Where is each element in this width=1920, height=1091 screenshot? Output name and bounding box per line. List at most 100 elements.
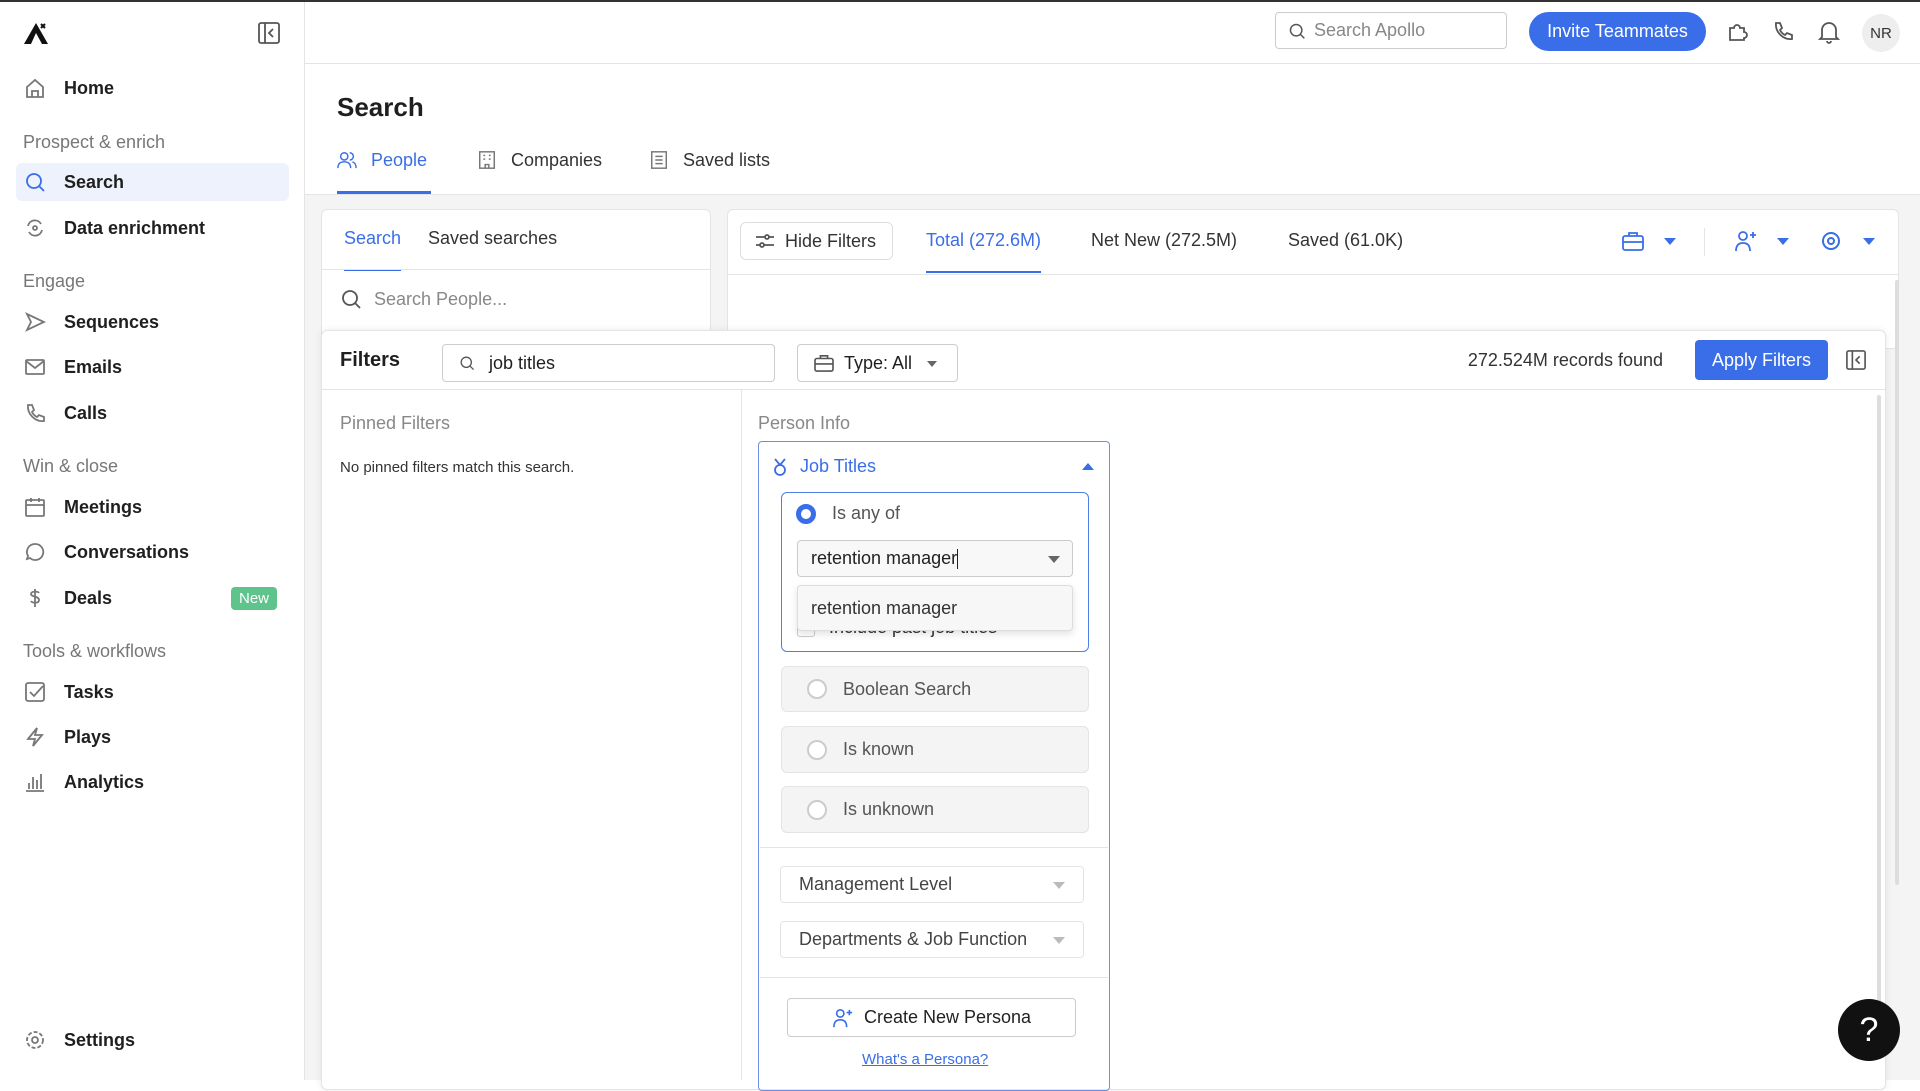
send-icon (25, 312, 46, 332)
phone-icon (27, 404, 45, 422)
scrollbar[interactable] (1877, 395, 1881, 1055)
eye-icon[interactable] (1820, 230, 1842, 252)
chevron-down-icon[interactable] (1777, 238, 1789, 245)
sidebar-item-sequences[interactable]: Sequences (16, 303, 289, 341)
management-level-select[interactable]: Management Level (780, 866, 1084, 903)
create-persona-button[interactable]: Create New Persona (787, 998, 1076, 1037)
is-any-of-radio[interactable]: Is any of (796, 503, 900, 524)
bar-chart-icon (26, 774, 44, 792)
sidebar-item-tasks[interactable]: Tasks (16, 673, 289, 711)
building-icon (479, 151, 495, 169)
dollar-icon (30, 589, 40, 607)
section-heading: Tools & workflows (23, 641, 167, 661)
filter-search-input[interactable]: job titles (442, 344, 775, 382)
search-people-input[interactable]: Search People... (340, 288, 507, 310)
lightning-icon (26, 727, 44, 747)
divider (321, 269, 711, 270)
search-icon (26, 173, 45, 192)
help-button[interactable]: ? (1838, 999, 1900, 1061)
radio (807, 799, 827, 820)
job-titles-header[interactable]: Job Titles (772, 456, 876, 477)
filters-title: Filters (340, 349, 401, 371)
sidebar-item-search[interactable]: Search (16, 163, 289, 201)
checkbox-icon (25, 682, 45, 702)
chat-bubble-icon (25, 543, 45, 561)
briefcase-icon (814, 354, 834, 372)
tab-search[interactable]: Search (344, 228, 402, 271)
chevron-down-icon (927, 361, 937, 367)
section-heading: Win & close (23, 456, 119, 476)
tab-saved[interactable]: Saved (61.0K) (1288, 230, 1403, 251)
divider (741, 389, 742, 1080)
is-known-option[interactable]: Is known (781, 726, 1089, 773)
divider (321, 389, 1886, 390)
home-icon (26, 78, 44, 98)
panel-toggle-icon[interactable] (1846, 350, 1866, 370)
people-icon (337, 152, 357, 169)
enrichment-icon (27, 219, 43, 237)
mail-icon (25, 359, 45, 375)
tab-net-new[interactable]: Net New (272.5M) (1091, 230, 1237, 251)
is-unknown-option[interactable]: Is unknown (781, 786, 1089, 833)
search-icon (1289, 23, 1305, 39)
hide-filters-button[interactable]: Hide Filters (740, 222, 893, 260)
departments-select[interactable]: Departments & Job Function (780, 921, 1084, 958)
briefcase-icon[interactable] (1622, 231, 1644, 251)
tab-saved-searches[interactable]: Saved searches (428, 228, 557, 249)
invite-teammates-button[interactable]: Invite Teammates (1529, 12, 1706, 51)
chevron-down-icon (1053, 937, 1065, 944)
radio (807, 679, 827, 699)
section-heading: Engage (23, 271, 86, 291)
sidebar-item-conversations[interactable]: Conversations (16, 533, 289, 571)
search-icon (460, 356, 475, 371)
sidebar-item-meetings[interactable]: Meetings (16, 488, 289, 526)
whats-a-persona-link[interactable]: What's a Persona? (862, 1051, 988, 1068)
page-title: Search (337, 92, 424, 122)
sidebar-item-deals[interactable]: Deals New (16, 579, 289, 617)
scrollbar[interactable] (1895, 280, 1899, 885)
tab-saved-lists[interactable]: Saved lists (649, 150, 770, 194)
collapse-sidebar-icon[interactable] (258, 22, 280, 44)
sidebar-item-plays[interactable]: Plays (16, 718, 289, 756)
list-icon (651, 151, 667, 169)
chevron-up-icon[interactable] (1082, 463, 1094, 470)
sidebar-item-calls[interactable]: Calls (16, 394, 289, 432)
job-title-input[interactable]: retention manager (797, 540, 1073, 577)
tab-total[interactable]: Total (272.6M) (926, 230, 1042, 273)
add-person-icon[interactable] (1734, 230, 1758, 252)
calendar-icon (25, 498, 45, 517)
boolean-search-option[interactable]: Boolean Search (781, 666, 1089, 712)
sidebar-item-data-enrichment[interactable]: Data enrichment (16, 209, 289, 247)
tab-people[interactable]: People (337, 150, 432, 194)
puzzle-icon[interactable] (1726, 20, 1748, 42)
type-select[interactable]: Type: All (797, 344, 958, 382)
pinned-empty-text: No pinned filters match this search. (340, 459, 575, 476)
chevron-down-icon[interactable] (1664, 238, 1676, 245)
bell-icon[interactable] (1818, 20, 1840, 44)
new-badge: New (230, 586, 277, 610)
avatar[interactable]: NR (1862, 14, 1900, 52)
sidebar-item-settings[interactable]: Settings (16, 1021, 289, 1059)
sidebar-item-emails[interactable]: Emails (16, 348, 289, 386)
search-icon (342, 290, 361, 309)
divider (1704, 228, 1705, 256)
radio-selected (796, 503, 816, 524)
chevron-down-icon[interactable] (1863, 238, 1875, 245)
person-info-heading: Person Info (758, 413, 851, 433)
add-person-icon (833, 1008, 853, 1027)
suggestion-item[interactable]: retention manager (797, 585, 1073, 631)
pinned-filters-heading: Pinned Filters (340, 413, 451, 433)
sidebar-item-analytics[interactable]: Analytics (16, 763, 289, 801)
sliders-icon (756, 234, 774, 248)
section-heading: Prospect & enrich (23, 132, 166, 152)
apply-filters-button[interactable]: Apply Filters (1695, 340, 1828, 380)
tab-companies[interactable]: Companies (477, 150, 602, 194)
global-search-input[interactable]: Search Apollo (1275, 12, 1507, 49)
phone-icon[interactable] (1772, 20, 1794, 42)
chevron-down-icon (1053, 882, 1065, 889)
chevron-down-icon (1048, 556, 1060, 563)
sidebar-item-home[interactable]: Home (16, 69, 289, 107)
apollo-logo-icon[interactable] (22, 20, 50, 46)
divider (727, 274, 1899, 275)
badge-icon (774, 457, 786, 476)
